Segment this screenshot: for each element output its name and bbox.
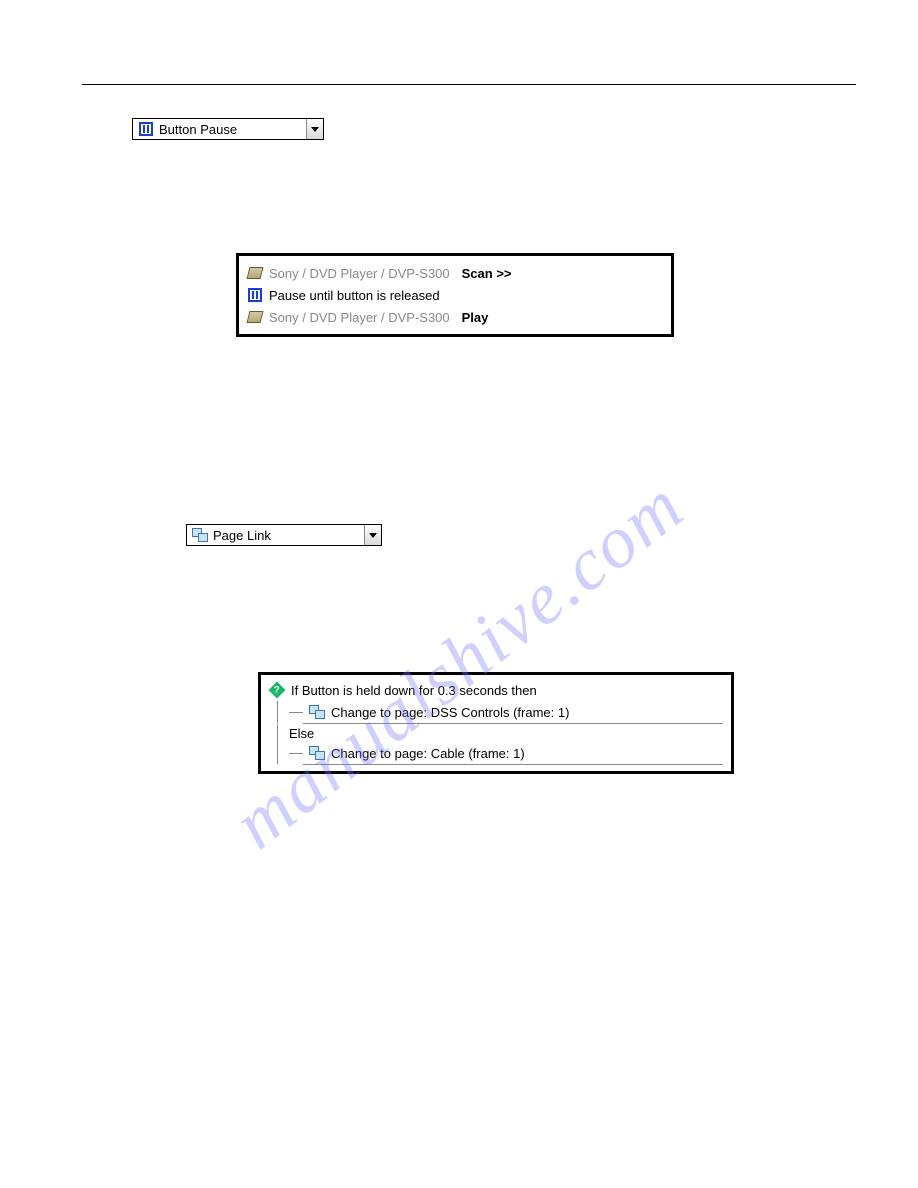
action-row[interactable]: Sony / DVD Player / DVP-S300 Play	[247, 306, 663, 328]
tree-else-row[interactable]: Change to page: Cable (frame: 1)	[269, 742, 723, 764]
page-link-icon	[309, 704, 325, 720]
else-label: Else	[289, 726, 314, 741]
action-text: Pause until button is released	[269, 288, 440, 303]
top-rule	[82, 84, 856, 85]
device-icon	[247, 309, 263, 325]
else-action-text: Change to page: Cable (frame: 1)	[331, 746, 525, 761]
dropdown-label: Page Link	[213, 528, 364, 543]
tree-branch-icon	[289, 753, 303, 754]
tree-else-label-row: Else	[269, 724, 723, 742]
command-label: Scan >>	[462, 266, 512, 281]
if-text: If Button is held down for 0.3 seconds t…	[291, 683, 537, 698]
action-list-box: Sony / DVD Player / DVP-S300 Scan >> Pau…	[236, 253, 674, 337]
page-link-icon	[309, 745, 325, 761]
tree-divider	[303, 764, 723, 765]
condition-icon: ?	[269, 682, 285, 698]
device-path: Sony / DVD Player / DVP-S300	[269, 310, 450, 325]
action-row[interactable]: Pause until button is released	[247, 284, 663, 306]
dropdown-label: Button Pause	[159, 122, 306, 137]
dropdown-button-pause[interactable]: Button Pause	[132, 118, 324, 140]
pause-icon	[247, 287, 263, 303]
tree-if-row[interactable]: ? If Button is held down for 0.3 seconds…	[269, 679, 723, 701]
dropdown-page-link[interactable]: Page Link	[186, 524, 382, 546]
tree-then-row[interactable]: Change to page: DSS Controls (frame: 1)	[269, 701, 723, 723]
page-link-icon	[191, 526, 209, 544]
device-icon	[247, 265, 263, 281]
chevron-down-icon[interactable]	[306, 119, 323, 139]
action-row[interactable]: Sony / DVD Player / DVP-S300 Scan >>	[247, 262, 663, 284]
command-label: Play	[462, 310, 489, 325]
tree-branch-icon	[289, 712, 303, 713]
chevron-down-icon[interactable]	[364, 525, 381, 545]
device-path: Sony / DVD Player / DVP-S300	[269, 266, 450, 281]
then-text: Change to page: DSS Controls (frame: 1)	[331, 705, 569, 720]
pause-icon	[137, 120, 155, 138]
conditional-tree-box: ? If Button is held down for 0.3 seconds…	[258, 672, 734, 774]
